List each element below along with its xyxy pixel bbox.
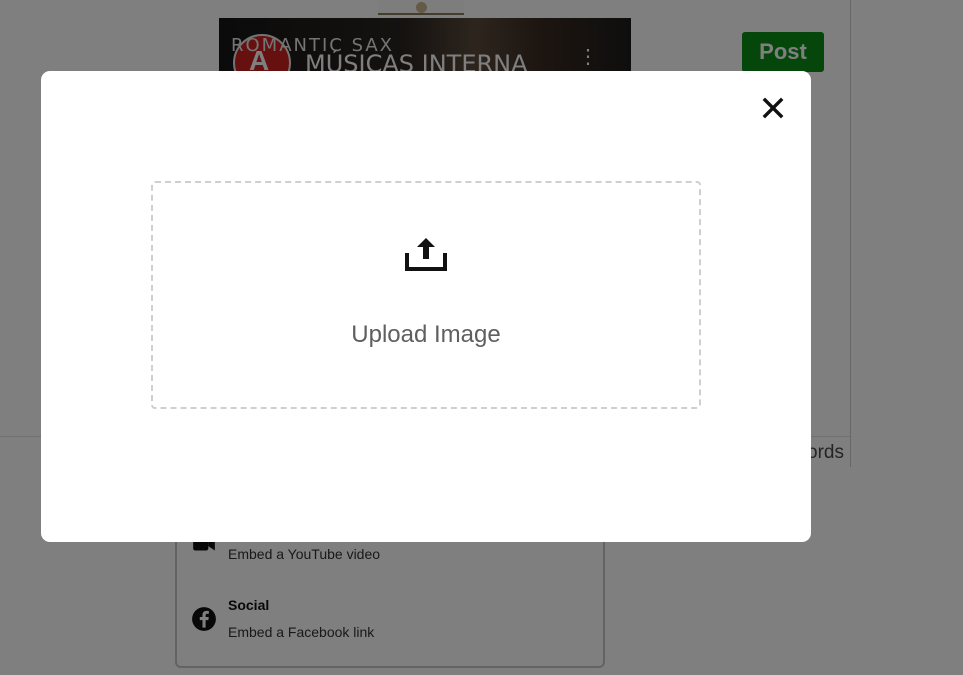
upload-image-label: Upload Image	[351, 321, 501, 348]
upload-icon	[405, 238, 447, 271]
editor-page: A ROMANTIC SAX MÚSICAS INTERNA ⋮ Post or…	[0, 0, 963, 675]
upload-image-modal: Upload Image	[41, 71, 811, 542]
close-icon	[762, 97, 784, 119]
close-button[interactable]	[760, 95, 786, 121]
upload-image-dropzone[interactable]: Upload Image	[151, 181, 701, 409]
